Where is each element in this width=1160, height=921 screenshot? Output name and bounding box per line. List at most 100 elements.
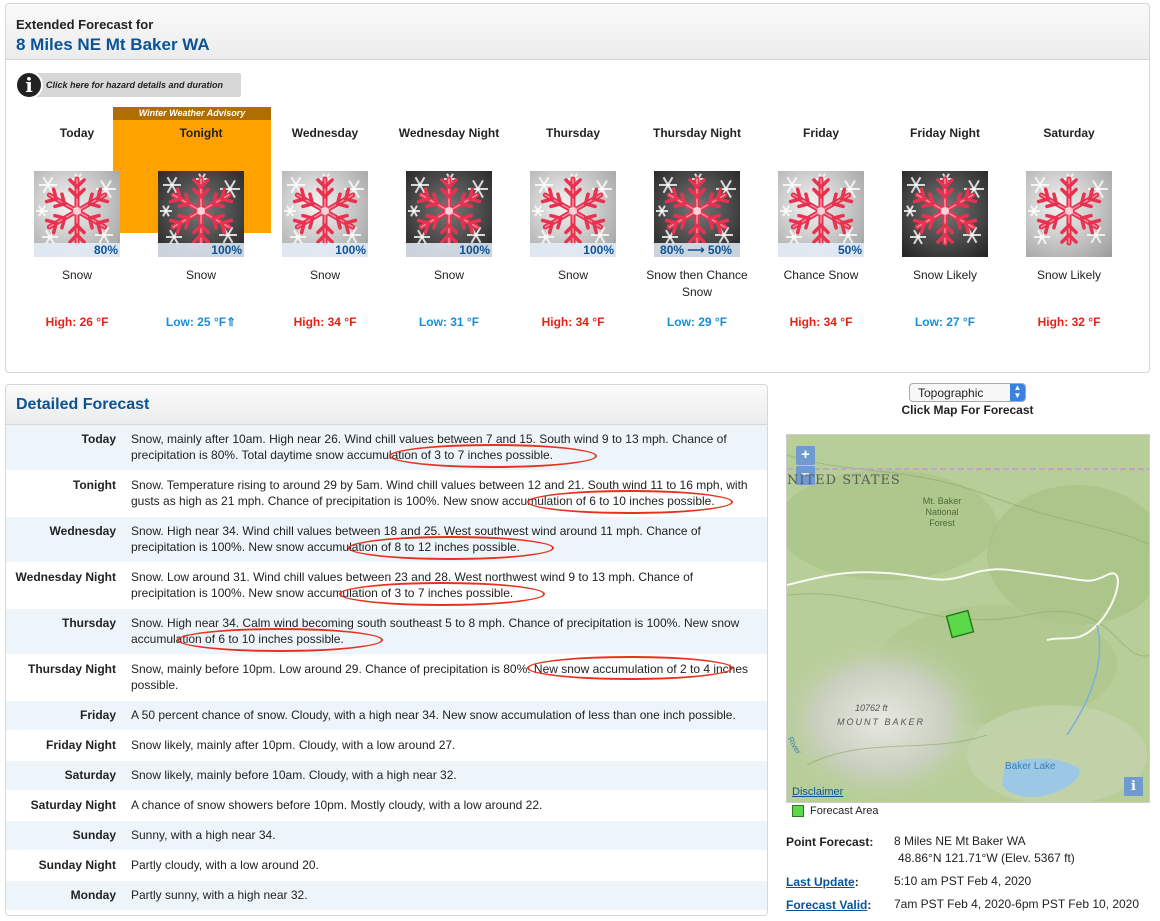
precip-chance: 100% xyxy=(282,243,368,257)
map-country-label: NITED STATES xyxy=(787,473,901,488)
map-info-icon[interactable]: i xyxy=(1124,777,1143,796)
period-temp: High: 26 °F xyxy=(45,315,109,329)
forecast-valid-link[interactable]: Forecast Valid xyxy=(786,898,867,912)
row-period: Saturday Night xyxy=(30,798,116,812)
point-forecast-location: 8 Miles NE Mt Baker WA xyxy=(894,834,1026,848)
row-period: Thursday xyxy=(61,616,116,630)
precip-chance: 100% xyxy=(158,243,244,257)
period-tonight[interactable]: Tonight 100% Snow Low: 25 °F⇑ xyxy=(139,125,263,329)
forecast-location: 8 Miles NE Mt Baker WA xyxy=(16,35,210,54)
period-desc: Snow xyxy=(309,268,341,282)
zoom-in-button[interactable]: + xyxy=(796,446,815,465)
row-period: Wednesday xyxy=(49,524,116,538)
precip-chance: 100% xyxy=(530,243,616,257)
period-friday-night[interactable]: Friday Night Snow Likely Low: 27 °F xyxy=(883,125,1007,329)
period-thursday-night[interactable]: Thursday Night 80% ⟶ 50% Snow then Chanc… xyxy=(635,125,759,329)
table-row: Thursday Night Snow, mainly before 10pm. … xyxy=(6,655,767,701)
row-text: Snow, mainly after 10am. High near 26. W… xyxy=(126,425,767,470)
period-temp: High: 34 °F xyxy=(293,315,357,329)
table-row: Sunday Night Partly cloudy, with a low ar… xyxy=(6,851,767,881)
period-temp: Low: 29 °F xyxy=(666,315,728,329)
row-text: A chance of snow showers before 10pm. Mo… xyxy=(131,798,543,812)
period-name: Friday Night xyxy=(909,126,980,140)
period-desc: Chance Snow xyxy=(783,268,859,282)
snow-icon xyxy=(1026,171,1112,257)
period-today[interactable]: Today 80% Snow High: 26 °F xyxy=(15,125,139,329)
snow-icon: 100% xyxy=(406,171,492,257)
snow-icon: 80% ⟶ 50% xyxy=(654,171,740,257)
period-name: Wednesday Night xyxy=(398,126,500,140)
period-temp: High: 34 °F xyxy=(789,315,853,329)
row-text: Snow likely, mainly before 10am. Cloudy,… xyxy=(131,768,457,782)
last-update-link[interactable]: Last Update xyxy=(786,875,855,889)
select-arrows-icon: ▲ ▼ xyxy=(1010,384,1025,401)
period-thursday[interactable]: Thursday 100% Snow High: 34 °F xyxy=(511,125,635,329)
table-row: Wednesday Snow. High near 34. Wind chill … xyxy=(6,517,767,563)
map-disclaimer-link[interactable]: Disclaimer xyxy=(792,786,843,798)
row-text: Snow. Low around 31. Wind chill values b… xyxy=(126,563,767,608)
info-icon: i xyxy=(15,71,43,99)
map-type-value: Topographic xyxy=(918,386,984,400)
last-update-label: Last Update: xyxy=(786,875,859,889)
forecast-valid-value: 7am PST Feb 4, 2020-6pm PST Feb 10, 2020 xyxy=(894,897,1140,911)
row-period: Thursday Night xyxy=(27,662,116,676)
last-update-value: 5:10 am PST Feb 4, 2020 xyxy=(894,874,1032,888)
point-forecast-coords: 48.86°N 121.71°W (Elev. 5367 ft) xyxy=(898,851,1075,865)
period-desc: Snow xyxy=(433,268,465,282)
row-text: Snow likely, mainly after 10pm. Cloudy, … xyxy=(131,738,456,752)
forecast-valid-label: Forecast Valid: xyxy=(786,898,872,912)
map-terrain xyxy=(787,435,1149,802)
row-text: Partly cloudy, with a low around 20. xyxy=(131,858,319,872)
detailed-forecast-table: Today Snow, mainly after 10am. High near … xyxy=(6,425,767,911)
row-period: Wednesday Night xyxy=(15,570,116,584)
row-period: Sunday Night xyxy=(38,858,116,872)
period-temp: Low: 31 °F xyxy=(418,315,480,329)
table-row: Sunday Sunny, with a high near 34. xyxy=(6,821,767,851)
period-wednesday-night[interactable]: Wednesday Night 100% Snow Low: 31 °F xyxy=(387,125,511,329)
precip-chance: 50% xyxy=(778,243,864,257)
period-name: Thursday xyxy=(545,126,600,140)
map-type-select[interactable]: Topographic ▲ ▼ xyxy=(909,383,1026,402)
period-saturday[interactable]: Saturday Snow Likely High: 32 °F xyxy=(1007,125,1131,329)
row-period: Sunday xyxy=(72,828,116,842)
hazard-details-text: Click here for hazard details and durati… xyxy=(46,80,224,90)
table-row: Tonight Snow. Temperature rising to aroun… xyxy=(6,471,767,517)
period-name: Today xyxy=(59,126,95,140)
row-text: A 50 percent chance of snow. Cloudy, wit… xyxy=(131,708,736,722)
period-name: Tonight xyxy=(179,126,223,140)
period-friday[interactable]: Friday 50% Chance Snow High: 34 °F xyxy=(759,125,883,329)
detailed-forecast-title: Detailed Forecast xyxy=(6,385,767,425)
row-period: Friday xyxy=(79,708,116,722)
row-text: Sunny, with a high near 34. xyxy=(131,828,276,842)
point-forecast-label: Point Forecast: xyxy=(786,835,874,849)
table-row: Friday Night Snow likely, mainly after 10… xyxy=(6,731,767,761)
row-text: Partly sunny, with a high near 32. xyxy=(131,888,308,902)
forecast-map[interactable]: + − NITED STATES Mt. Baker National Fore… xyxy=(786,434,1150,803)
hazard-details-link[interactable]: i Click here for hazard details and dura… xyxy=(15,71,241,99)
row-text: Snow. High near 34. Wind chill values be… xyxy=(126,517,767,562)
row-text: Snow. Temperature rising to around 29 by… xyxy=(126,471,767,516)
period-temp: High: 34 °F xyxy=(541,315,605,329)
row-text: Snow, mainly before 10pm. Low around 29.… xyxy=(126,655,767,700)
period-temp: High: 32 °F xyxy=(1037,315,1101,329)
row-period: Today xyxy=(81,432,116,446)
row-period: Saturday xyxy=(64,768,116,782)
table-row: Saturday Snow likely, mainly before 10am.… xyxy=(6,761,767,791)
table-row: Monday Partly sunny, with a high near 32. xyxy=(6,881,767,911)
period-wednesday[interactable]: Wednesday 100% Snow High: 34 °F xyxy=(263,125,387,329)
snow-icon: 100% xyxy=(282,171,368,257)
period-desc: Snow xyxy=(185,268,217,282)
legend-label: Forecast Area xyxy=(810,805,879,817)
period-name: Saturday xyxy=(1043,126,1095,140)
precip-chance: 80% ⟶ 50% xyxy=(654,243,740,257)
map-forest-label: Mt. Baker National Forest xyxy=(922,496,962,528)
map-lake-label: Baker Lake xyxy=(1005,761,1056,772)
snow-icon: 80% xyxy=(34,171,120,257)
map-legend: Forecast Area xyxy=(792,805,878,817)
period-desc: Snow xyxy=(61,268,93,282)
row-period: Friday Night xyxy=(45,738,116,752)
row-period: Tonight xyxy=(72,478,116,492)
period-name: Wednesday xyxy=(291,126,359,140)
forecast-area-swatch xyxy=(792,805,804,817)
snow-icon: 50% xyxy=(778,171,864,257)
